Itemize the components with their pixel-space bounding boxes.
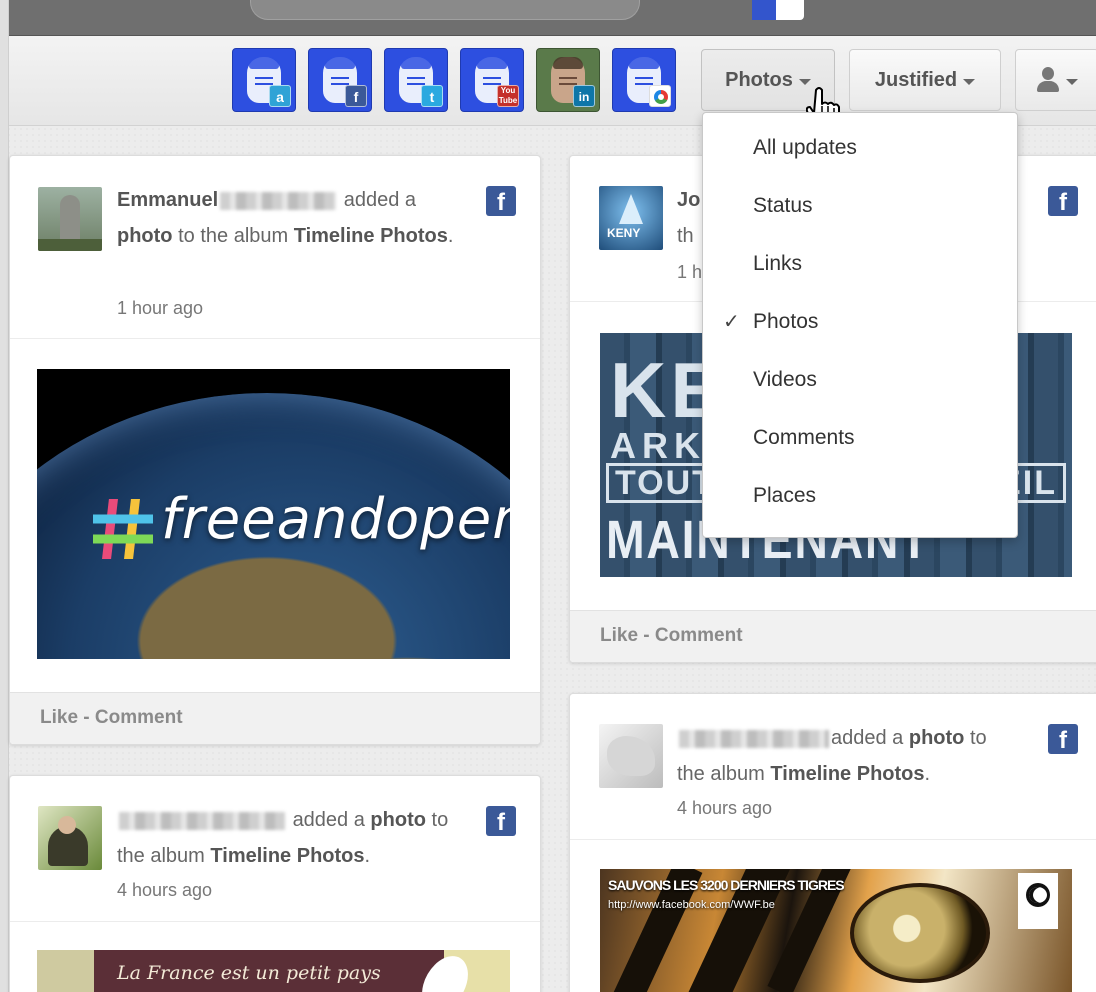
post-author[interactable]: Emmanuel: [117, 189, 218, 211]
blurred-name: [679, 729, 829, 748]
post-action: added a: [292, 809, 365, 831]
chevron-down-icon: [963, 78, 976, 85]
post-time[interactable]: 4 hours ago: [677, 798, 772, 819]
filter-label: Photos: [725, 68, 793, 91]
avatar[interactable]: KENY: [599, 186, 663, 250]
left-edge: [0, 0, 9, 992]
post-story: added a photo to the album Timeline Phot…: [117, 809, 449, 867]
network-youtube-icon[interactable]: You Tube: [460, 48, 524, 112]
feather-graphic: [412, 950, 478, 992]
menu-item-places[interactable]: Places: [703, 467, 1017, 525]
post-object-link[interactable]: photo: [909, 727, 965, 749]
linkedin-badge: in: [573, 85, 595, 107]
twitter-badge: t: [421, 85, 443, 107]
like-link[interactable]: Like: [40, 707, 78, 728]
post-author[interactable]: Jo: [677, 189, 700, 211]
image-band-left: TOUT: [615, 464, 715, 502]
separator: -: [638, 625, 655, 646]
album-link[interactable]: Timeline Photos: [210, 845, 364, 867]
comment-link[interactable]: Comment: [95, 707, 183, 728]
post-connector: to: [969, 727, 987, 749]
facebook-icon[interactable]: f: [1048, 186, 1078, 216]
menu-item-photos[interactable]: ✓ Photos: [703, 293, 1017, 351]
post-story: added a photo to the album Timeline Phot…: [677, 727, 987, 785]
network-linkedin-icon[interactable]: in: [536, 48, 600, 112]
menu-item-status[interactable]: Status: [703, 177, 1017, 235]
avatar[interactable]: [38, 806, 102, 870]
post-connector: to the album: [178, 225, 289, 247]
hash-logo-icon: [93, 499, 153, 559]
layout-label: Justified: [874, 68, 958, 91]
post-time[interactable]: 1 hour ago: [117, 298, 203, 319]
facebook-icon[interactable]: f: [486, 186, 516, 216]
image-headline: SAUVONS LES 3200 DERNIERS TIGRES: [608, 877, 845, 893]
post-story: Emmanuel added a photo to the album Time…: [117, 189, 454, 247]
chevron-down-icon: [798, 78, 811, 85]
top-thumbnail: [752, 0, 804, 20]
menu-item-links[interactable]: Links: [703, 235, 1017, 293]
post-image[interactable]: SAUVONS LES 3200 DERNIERS TIGRES http://…: [600, 869, 1072, 992]
blurred-name: [119, 811, 285, 830]
post-footer: Like - Comment: [10, 692, 540, 744]
search-bar[interactable]: [250, 0, 640, 20]
image-url: http://www.facebook.com/WWF.be: [608, 899, 775, 911]
tiger-eye-graphic: [850, 883, 990, 983]
post-connector: the album: [117, 845, 205, 867]
post-footer: Like - Comment: [570, 610, 1096, 662]
blurred-name: [220, 191, 337, 210]
post-text-fragment: th: [677, 225, 694, 247]
avatar[interactable]: [38, 187, 102, 251]
facebook-badge: f: [345, 85, 367, 107]
post-time[interactable]: 1 h: [677, 262, 702, 283]
post-action: added a: [831, 727, 904, 749]
separator: -: [78, 707, 95, 728]
user-icon: [1036, 67, 1060, 93]
avatar[interactable]: [599, 724, 663, 788]
menu-item-label: All updates: [753, 136, 857, 159]
menu-item-label: Links: [753, 252, 803, 275]
browser-top-bar: [0, 0, 1096, 36]
post-action: added a: [343, 189, 417, 211]
picasa-badge: [649, 85, 671, 107]
menu-item-label: Comments: [753, 426, 855, 449]
network-amazon-icon[interactable]: a: [232, 48, 296, 112]
image-caption: freeandopen: [161, 487, 510, 552]
post-image[interactable]: freeandopen: [37, 369, 510, 659]
youtube-badge: You Tube: [497, 85, 519, 107]
album-link[interactable]: Timeline Photos: [770, 763, 924, 785]
chevron-down-icon: [1066, 78, 1078, 85]
amazon-badge: a: [269, 85, 291, 107]
image-subtitle: ARK: [610, 425, 706, 466]
wwf-logo-icon: [1018, 873, 1058, 929]
layout-dropdown-button[interactable]: Justified: [849, 49, 1001, 111]
post-time[interactable]: 4 hours ago: [117, 880, 212, 901]
menu-item-videos[interactable]: Videos: [703, 351, 1017, 409]
check-icon: ✓: [723, 311, 740, 333]
network-twitter-icon[interactable]: t: [384, 48, 448, 112]
post-connector: the album: [677, 763, 765, 785]
like-link[interactable]: Like: [600, 625, 638, 646]
menu-item-comments[interactable]: Comments: [703, 409, 1017, 467]
filter-dropdown-menu: All updates Status Links ✓ Photos Videos…: [702, 112, 1018, 538]
menu-item-label: Places: [753, 484, 817, 507]
post-object-link[interactable]: photo: [117, 225, 173, 247]
image-caption: La France est un petit pays: [117, 962, 381, 984]
facebook-icon[interactable]: f: [1048, 724, 1078, 754]
menu-item-all-updates[interactable]: All updates: [703, 119, 1017, 177]
avatar-text: KENY: [607, 226, 641, 240]
menu-item-label: Videos: [753, 368, 817, 391]
album-link[interactable]: Timeline Photos: [294, 225, 448, 247]
network-facebook-icon[interactable]: f: [308, 48, 372, 112]
user-menu-button[interactable]: [1015, 49, 1096, 111]
post-connector: to: [431, 809, 449, 831]
comment-link[interactable]: Comment: [655, 625, 743, 646]
post-image[interactable]: La France est un petit pays: [37, 950, 510, 992]
network-picasa-icon[interactable]: [612, 48, 676, 112]
menu-item-label: Status: [753, 194, 813, 217]
menu-item-label: Photos: [753, 310, 819, 333]
post-object-link[interactable]: photo: [370, 809, 426, 831]
